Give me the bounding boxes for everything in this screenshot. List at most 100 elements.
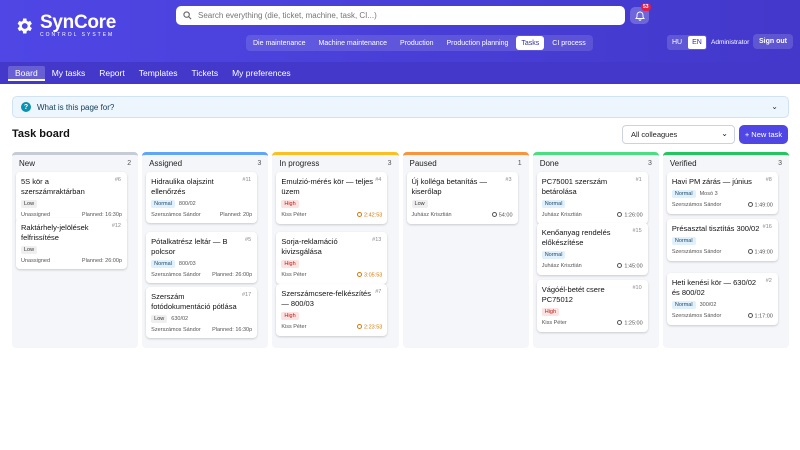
column-in-progress: In progress 3 Emulzió-mérés kör — teljes ü… <box>272 152 399 348</box>
task-tags: Normal <box>541 251 643 259</box>
clock-icon <box>747 249 753 254</box>
task-time: 1:45:00 <box>617 263 643 270</box>
column-header: In progress 3 <box>272 155 398 172</box>
task-assignee: Szerszámos Sándor <box>671 249 722 255</box>
user-name[interactable]: Administrator <box>711 39 749 46</box>
task-card[interactable]: Sorja-reklamáció kivizsgálása #13 High Kiss… <box>276 232 388 284</box>
task-card[interactable]: Szerszám fotódokumentáció pótlása #17 Low 6… <box>146 287 258 338</box>
task-title: Szerszámcsere-felkészítés — 800/03 <box>281 289 371 308</box>
app-logo[interactable]: SynCore CONTROL SYSTEM <box>14 13 116 38</box>
task-time: 1:49:00 <box>747 249 773 256</box>
task-time: 1:25:00 <box>617 320 643 327</box>
task-time-value: 1:25:00 <box>624 320 643 327</box>
task-tags: Low <box>21 200 122 208</box>
tab-templates[interactable]: Templates <box>132 65 185 81</box>
task-tags: Low <box>21 246 122 254</box>
module-ci-process[interactable]: CI process <box>547 36 590 50</box>
task-time: 54:00 <box>491 212 513 219</box>
task-card[interactable]: Szerszámcsere-felkészítés — 800/03 #7 High… <box>276 284 388 336</box>
colleague-filter-select[interactable]: All colleagues ⌄ <box>622 125 735 144</box>
module-production[interactable]: Production <box>395 36 438 50</box>
task-id: #10 <box>632 285 642 291</box>
search-input[interactable] <box>198 11 598 20</box>
priority-badge: Normal <box>151 200 175 208</box>
module-tasks[interactable]: Tasks <box>516 36 545 50</box>
task-time: 2:42:53 <box>356 212 382 219</box>
column-assigned: Assigned 3 Hidraulika olajszint ellenőrzés… <box>142 152 269 348</box>
tab-board[interactable]: Board <box>8 65 45 81</box>
tab-report[interactable]: Report <box>92 65 132 81</box>
task-card[interactable]: Havi PM zárás — június #8 Normal Mosó 3 Szer… <box>666 172 778 214</box>
task-time-value: 1:26:00 <box>624 212 643 219</box>
search-icon <box>183 11 192 20</box>
task-time-value: Planned: 20p <box>219 212 253 218</box>
module-nav: Die maintenance Machine maintenance Prod… <box>246 35 593 51</box>
task-footer: Szerszámos Sándor Planned: 16:30p <box>151 327 252 333</box>
priority-badge: Low <box>21 200 38 208</box>
task-tags: Normal <box>671 237 773 245</box>
clock-icon <box>747 313 753 318</box>
task-footer: Juhász Krisztián 1:45:00 <box>542 263 643 270</box>
lang-hu-button[interactable]: HU <box>668 36 686 49</box>
column-count: 3 <box>778 160 783 167</box>
chevron-down-icon: ⌄ <box>721 129 728 138</box>
task-time: 1:49:00 <box>747 202 773 209</box>
sign-out-button[interactable]: Sign out <box>753 34 793 49</box>
priority-badge: High <box>281 312 299 320</box>
task-id: #17 <box>241 292 252 298</box>
task-time-value: 2:23:53 <box>363 324 383 331</box>
column-title: Done <box>539 159 559 168</box>
priority-badge: High <box>281 260 299 268</box>
task-card[interactable]: Présasztal tisztítás 300/02 #16 Normal Szer… <box>666 219 778 261</box>
chevron-down-icon[interactable]: ⌄ <box>771 102 778 111</box>
task-card[interactable]: Kenőanyag rendelés előkészítése #15 Normal… <box>536 223 648 275</box>
task-assignee: Szerszámos Sándor <box>151 212 201 218</box>
new-task-button[interactable]: + New task <box>739 125 788 144</box>
task-card[interactable]: Pótalkatrész leltár — B polcsor #5 Normal 8… <box>146 232 258 283</box>
tab-my-preferences[interactable]: My preferences <box>225 65 298 81</box>
task-title: Havi PM zárás — június <box>671 177 752 186</box>
task-title: Kenőanyag rendelés előkészítése <box>541 228 611 247</box>
language-switch: HU EN <box>667 35 707 50</box>
bell-icon <box>634 11 645 21</box>
task-time: Planned: 16:30p <box>212 327 252 333</box>
task-id: #1 <box>635 177 642 183</box>
task-card[interactable]: Vágóél-betét csere PC75012 #10 High Kiss Pé… <box>536 280 648 332</box>
top-header: SynCore CONTROL SYSTEM 53 Die maintenanc… <box>0 0 800 62</box>
help-panel[interactable]: ? What is this page for? ⌄ <box>12 96 789 118</box>
task-time: Planned: 20p <box>220 212 252 218</box>
task-assignee: Juhász Krisztián <box>541 263 582 269</box>
task-card[interactable]: Új kolléga betanítás — kiserőlap #3 Low Juh… <box>406 172 518 224</box>
task-time-value: 1:17:00 <box>754 313 773 320</box>
task-card[interactable]: Heti kenési kör — 630/02 és 800/02 #2 Norm… <box>666 273 778 325</box>
tab-tickets[interactable]: Tickets <box>184 65 225 81</box>
column-header: New 2 <box>12 155 138 172</box>
task-card[interactable]: Raktárhely-jelölések felfrissítése #12 Low… <box>16 218 127 269</box>
task-tags: High <box>281 200 382 208</box>
task-footer: Szerszámos Sándor 1:49:00 <box>672 249 773 256</box>
task-card[interactable]: 5S kör a szerszámraktárban #6 Low Unassigne… <box>16 172 127 223</box>
lang-en-button[interactable]: EN <box>688 36 706 49</box>
task-title: Raktárhely-jelölések felfrissítése <box>21 223 89 242</box>
priority-badge: Normal <box>671 237 696 245</box>
clock-icon <box>617 263 623 268</box>
module-machine-maintenance[interactable]: Machine maintenance <box>314 36 393 50</box>
task-card[interactable]: Hidraulika olajszint ellenőrzés #11 Normal… <box>146 172 258 223</box>
tab-my-tasks[interactable]: My tasks <box>45 65 93 81</box>
clock-icon <box>356 324 362 329</box>
task-card[interactable]: Emulzió-mérés kör — teljes üzem #4 High Kis… <box>276 172 388 224</box>
module-die-maintenance[interactable]: Die maintenance <box>248 36 311 50</box>
column-count: 3 <box>387 160 392 167</box>
column-paused: Paused 1 Új kolléga betanítás — kiserőlap #… <box>402 152 529 348</box>
task-time-value: Planned: 26:00p <box>81 258 122 264</box>
module-production-planning[interactable]: Production planning <box>442 36 514 50</box>
task-assignee: Juhász Krisztián <box>411 212 452 218</box>
task-assignee: Kiss Péter <box>541 320 567 326</box>
priority-badge: Low <box>411 200 428 208</box>
column-count: 3 <box>257 160 262 167</box>
task-card[interactable]: PC75001 szerszám betárolása #1 Normal Juhás… <box>536 172 648 224</box>
priority-badge: Normal <box>671 190 696 198</box>
priority-badge: Normal <box>151 260 175 268</box>
global-search[interactable] <box>176 6 625 25</box>
column-header: Done 3 <box>533 155 659 172</box>
